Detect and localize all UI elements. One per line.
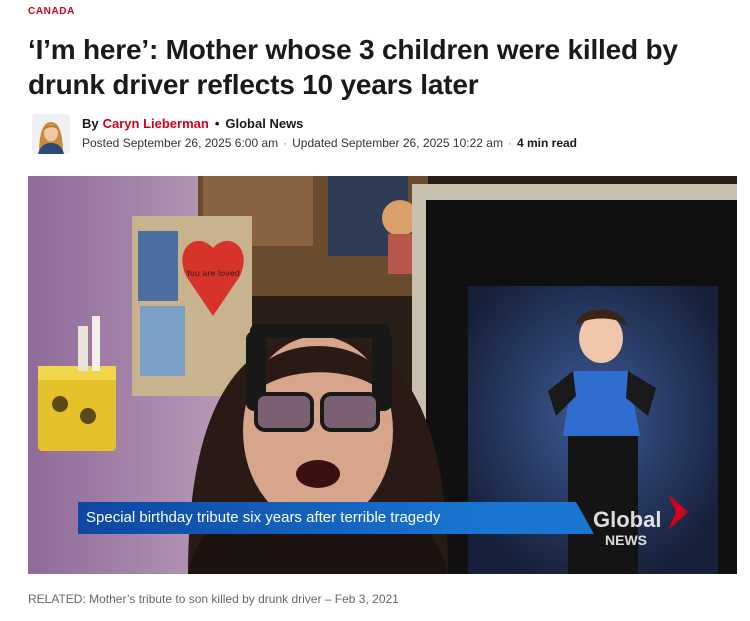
section-label[interactable]: CANADA [28, 6, 75, 17]
video-player[interactable]: You are loved Global NEWS Special birthd… [28, 176, 737, 574]
byline-author-line: By Caryn Lieberman • Global News [82, 116, 303, 131]
global-news-logo-text: Global [593, 507, 661, 532]
updated-date: Updated September 26, 2025 10:22 am [292, 136, 503, 150]
lower-third-caption: Special birthday tribute six years after… [86, 509, 441, 526]
headline: ‘I’m here’: Mother whose 3 children were… [28, 34, 678, 100]
byline-separator: • [214, 116, 220, 131]
heart-sign-text: You are loved [185, 269, 240, 278]
byline-date-line: Posted September 26, 2025 6:00 am · Update… [82, 136, 577, 150]
by-label: By [82, 116, 99, 131]
related-link[interactable]: RELATED: Mother’s tribute to son killed … [28, 592, 399, 606]
byline: By Caryn Lieberman • Global News Posted Sep… [32, 114, 712, 156]
date-separator: · [283, 136, 288, 150]
related-text[interactable]: RELATED: Mother’s tribute to son killed … [28, 592, 399, 606]
outlet-name: Global News [225, 116, 304, 131]
date-separator: · [507, 136, 512, 150]
author-link[interactable]: Caryn Lieberman [103, 116, 209, 131]
posted-date: Posted September 26, 2025 6:00 am [82, 136, 279, 150]
read-time: 4 min read [516, 136, 577, 150]
global-news-logo-subtext: NEWS [605, 532, 647, 548]
author-avatar[interactable] [32, 114, 70, 154]
